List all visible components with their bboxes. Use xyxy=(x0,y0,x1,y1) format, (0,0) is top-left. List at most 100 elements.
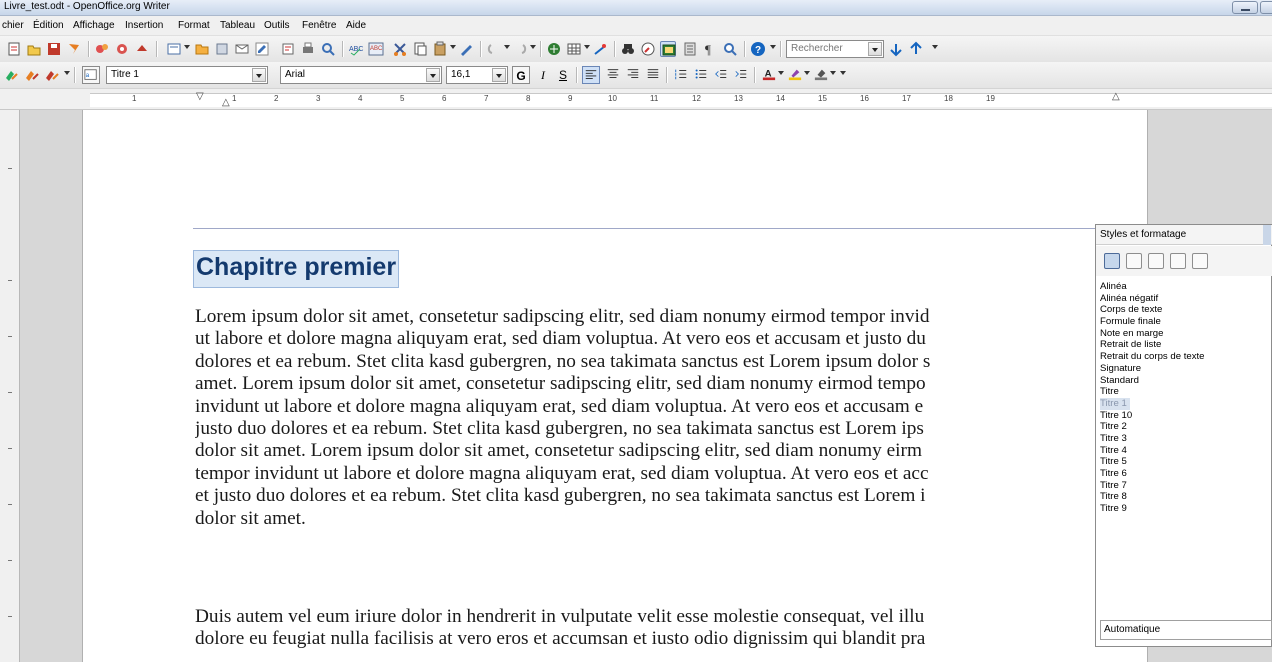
style-item[interactable]: Titre 4 xyxy=(1100,445,1268,457)
data-sources-icon[interactable] xyxy=(512,41,528,57)
document-workspace[interactable]: Chapitre premier Lorem ipsum dolor sit a… xyxy=(20,110,1272,662)
new-icon[interactable] xyxy=(6,41,22,57)
format-paintbrush-icon[interactable] xyxy=(300,41,316,57)
style-item[interactable]: Signature xyxy=(1100,363,1268,375)
menu-insertion[interactable]: Insertion xyxy=(125,20,163,31)
style-item[interactable]: Titre 1 xyxy=(1100,397,1130,410)
style-item[interactable]: Titre 10 xyxy=(1100,410,1268,422)
page-styles-icon[interactable] xyxy=(1170,253,1186,269)
chapter-heading[interactable]: Chapitre premier xyxy=(193,250,400,288)
menu-outils[interactable]: Outils xyxy=(264,20,290,31)
decrease-indent-button[interactable] xyxy=(712,66,730,84)
align-center-button[interactable] xyxy=(604,66,622,84)
binoculars-icon[interactable] xyxy=(620,41,636,57)
dropdown-arrow-icon[interactable] xyxy=(64,71,70,75)
hyperlink-icon[interactable]: ABC xyxy=(368,41,384,57)
navigator-icon[interactable] xyxy=(458,41,474,57)
style-item[interactable]: Titre 2 xyxy=(1100,421,1268,433)
paragraph-1[interactable]: Lorem ipsum dolor sit amet, consetetur s… xyxy=(195,306,1115,530)
style-item[interactable]: Titre 5 xyxy=(1100,456,1268,468)
font-name-select[interactable]: Arial xyxy=(280,66,442,84)
email-icon[interactable] xyxy=(66,41,82,57)
menu-affichage[interactable]: Affichage xyxy=(73,20,115,31)
dropdown-arrow-icon[interactable] xyxy=(830,71,836,75)
underline-button[interactable]: S xyxy=(554,66,572,84)
table-icon[interactable] xyxy=(392,41,408,57)
formatting-marks-icon[interactable] xyxy=(546,41,562,57)
dropdown-arrow-icon[interactable] xyxy=(770,45,776,49)
bullets-button[interactable] xyxy=(692,66,710,84)
styles-filter-select[interactable]: Automatique xyxy=(1100,620,1272,640)
style-item[interactable]: Retrait de liste xyxy=(1100,339,1268,351)
maximize-button[interactable] xyxy=(1260,1,1272,14)
first-indent-marker-icon[interactable]: ▽ xyxy=(196,91,204,102)
font-size-select[interactable]: 16,1 xyxy=(446,66,508,84)
highlight-button[interactable] xyxy=(786,66,804,84)
style-item[interactable]: Titre xyxy=(1100,386,1268,398)
zoom-icon[interactable] xyxy=(722,41,738,57)
menu-format[interactable]: Format xyxy=(178,20,210,31)
cut-icon[interactable] xyxy=(234,41,250,57)
align-right-button[interactable] xyxy=(624,66,642,84)
dropdown-arrow-icon[interactable] xyxy=(932,45,938,49)
style-item[interactable]: Titre 6 xyxy=(1100,468,1268,480)
menu-tableau[interactable]: Tableau xyxy=(220,20,255,31)
style-item[interactable]: Formule finale xyxy=(1100,316,1268,328)
draw-icon[interactable] xyxy=(412,41,428,57)
table-insert-icon[interactable] xyxy=(566,41,582,57)
export-pdf-icon[interactable] xyxy=(114,41,130,57)
increase-indent-button[interactable] xyxy=(732,66,750,84)
character-styles-icon[interactable] xyxy=(1126,253,1142,269)
menu-aide[interactable]: Aide xyxy=(346,20,366,31)
dropdown-arrow-icon[interactable] xyxy=(840,71,846,75)
dropdown-arrow-icon[interactable] xyxy=(504,45,510,49)
document-page[interactable]: Chapitre premier Lorem ipsum dolor sit a… xyxy=(82,110,1153,662)
style-item[interactable]: Alinéa négatif xyxy=(1100,293,1268,305)
paragraph-style-select[interactable]: Titre 1 xyxy=(106,66,268,84)
menu-edition[interactable]: Édition xyxy=(33,20,64,31)
font-color-button[interactable]: A xyxy=(760,66,778,84)
gallery-toggle-icon[interactable] xyxy=(660,41,676,57)
bold-button[interactable]: G xyxy=(512,66,530,84)
paragraph-styles-icon[interactable] xyxy=(1104,253,1120,269)
menu-fenetre[interactable]: Fenêtre xyxy=(302,20,336,31)
italic-button[interactable]: I xyxy=(534,66,552,84)
style-item[interactable]: Alinéa xyxy=(1100,281,1268,293)
dropdown-arrow-icon[interactable] xyxy=(530,45,536,49)
style-catalog-button[interactable]: a xyxy=(82,66,100,84)
frame-styles-icon[interactable] xyxy=(1148,253,1164,269)
find-replace-icon[interactable] xyxy=(432,41,448,57)
list-styles-icon[interactable] xyxy=(1192,253,1208,269)
dropdown-arrow-icon[interactable] xyxy=(804,71,810,75)
dropdown-arrow-icon[interactable] xyxy=(184,45,190,49)
minimize-button[interactable] xyxy=(1232,1,1258,14)
style-item[interactable]: Standard xyxy=(1100,375,1268,387)
paste-icon[interactable] xyxy=(280,41,296,57)
compass-icon[interactable] xyxy=(640,41,656,57)
gallery-icon[interactable] xyxy=(486,41,502,57)
styles-formatting-icon[interactable] xyxy=(4,67,20,83)
preview-icon[interactable] xyxy=(166,41,182,57)
autospell-icon[interactable] xyxy=(214,41,230,57)
font-size-dropdown-button[interactable] xyxy=(492,68,506,82)
edit-icon[interactable] xyxy=(94,41,110,57)
background-color-button[interactable] xyxy=(812,66,830,84)
search-field[interactable]: Rechercher xyxy=(786,40,884,58)
vertical-ruler[interactable] xyxy=(0,110,20,662)
help-icon[interactable]: ? xyxy=(750,41,766,57)
style-item[interactable]: Note en marge xyxy=(1100,328,1268,340)
justify-button[interactable] xyxy=(644,66,662,84)
align-left-button[interactable] xyxy=(582,66,600,84)
save-icon[interactable] xyxy=(46,41,62,57)
search-dropdown-button[interactable] xyxy=(868,42,882,56)
style-item[interactable]: Corps de texte xyxy=(1100,304,1268,316)
style-item[interactable]: Titre 8 xyxy=(1100,491,1268,503)
dropdown-arrow-icon[interactable] xyxy=(450,45,456,49)
find-next-icon[interactable] xyxy=(888,41,904,57)
dropdown-arrow-icon[interactable] xyxy=(778,71,784,75)
spellcheck-icon[interactable] xyxy=(194,41,210,57)
paragraph-2[interactable]: Duis autem vel eum iriure dolor in hendr… xyxy=(195,606,1115,651)
styles-list[interactable]: Alinéa Alinéa négatif Corps de texte Formul… xyxy=(1100,281,1268,515)
paragraph-style-dropdown-button[interactable] xyxy=(252,68,266,82)
new-style-icon[interactable] xyxy=(44,67,60,83)
